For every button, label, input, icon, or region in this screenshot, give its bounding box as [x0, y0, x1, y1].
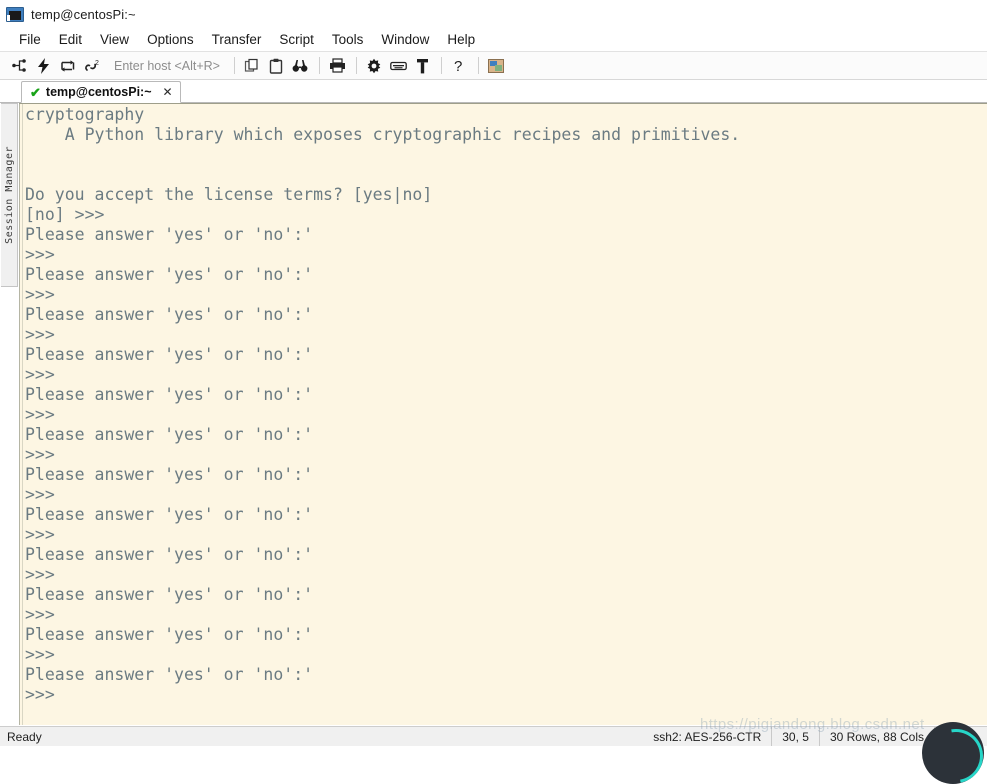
copy-icon[interactable]	[241, 55, 264, 77]
terminal-line: >>>	[25, 245, 55, 264]
terminal-line: [no] >>>	[25, 205, 105, 224]
terminal-line: Please answer 'yes' or 'no':'	[25, 345, 314, 364]
print-icon[interactable]	[326, 55, 349, 77]
terminal-line: >>>	[25, 605, 55, 624]
tile-windows-icon[interactable]	[485, 55, 508, 77]
main-area: Session Manager cryptography A Python li…	[0, 103, 987, 725]
svg-text:?: ?	[454, 58, 462, 74]
window-title: temp@centosPi:~	[31, 7, 136, 22]
status-encryption: ssh2: AES-256-CTR	[653, 729, 762, 744]
menu-item-view[interactable]: View	[91, 31, 138, 49]
menu-item-script[interactable]: Script	[270, 31, 323, 49]
terminal-line: >>>	[25, 325, 55, 344]
status-cursor-position: 30, 5	[771, 727, 819, 746]
terminal-output[interactable]: cryptography A Python library which expo…	[25, 105, 987, 725]
terminal-panel[interactable]: cryptography A Python library which expo…	[19, 103, 987, 725]
securecrt-window-icon	[6, 6, 24, 23]
terminal-line: >>>	[25, 565, 55, 584]
terminal-line: Please answer 'yes' or 'no':'	[25, 505, 314, 524]
terminal-line: Please answer 'yes' or 'no':'	[25, 585, 314, 604]
terminal-line: Please answer 'yes' or 'no':'	[25, 265, 314, 284]
menu-item-edit[interactable]: Edit	[50, 31, 91, 49]
session-options-icon[interactable]	[363, 55, 386, 77]
close-icon[interactable]: ✕	[163, 86, 173, 98]
svg-text:2: 2	[95, 60, 99, 67]
toolbar-separator-5	[477, 57, 479, 74]
terminal-line: Please answer 'yes' or 'no':'	[25, 385, 314, 404]
toolbar-separator-1	[233, 57, 235, 74]
terminal-line: Please answer 'yes' or 'no':'	[25, 225, 314, 244]
toolbar-separator-3	[355, 57, 357, 74]
menu-item-window[interactable]: Window	[372, 31, 438, 49]
terminal-line: Please answer 'yes' or 'no':'	[25, 545, 314, 564]
terminal-line: Please answer 'yes' or 'no':'	[25, 665, 314, 684]
status-emulation: Xterm	[933, 727, 987, 746]
status-dimensions: 30 Rows, 88 Cols	[818, 727, 934, 746]
terminal-line: Please answer 'yes' or 'no':'	[25, 465, 314, 484]
terminal-line: >>>	[25, 525, 55, 544]
find-icon[interactable]	[289, 55, 312, 77]
menu-item-transfer[interactable]: Transfer	[203, 31, 271, 49]
session-manager-label: Session Manager	[3, 146, 15, 244]
terminal-line: Please answer 'yes' or 'no':'	[25, 425, 314, 444]
terminal-line: >>>	[25, 445, 55, 464]
menu-bar: File Edit View Options Transfer Script T…	[0, 29, 987, 52]
toolbar-separator-2	[318, 57, 320, 74]
reconnect-icon[interactable]	[56, 55, 79, 77]
tab-session-temp-centospi[interactable]: ✔ temp@centosPi:~ ✕	[21, 81, 181, 103]
terminal-line: Please answer 'yes' or 'no':'	[25, 305, 314, 324]
terminal-line: >>>	[25, 645, 55, 664]
status-state: Ready	[7, 729, 42, 744]
terminal-line: cryptography	[25, 105, 145, 124]
title-bar: temp@centosPi:~	[0, 0, 987, 29]
tab-strip: ✔ temp@centosPi:~ ✕	[0, 80, 987, 103]
session-manager-tab[interactable]: Session Manager	[1, 103, 18, 287]
green-check-icon: ✔	[30, 84, 41, 100]
tab-label: temp@centosPi:~	[45, 85, 152, 99]
connect-icon[interactable]	[8, 55, 31, 77]
terminal-line: >>>	[25, 685, 55, 704]
quick-connect-icon[interactable]	[32, 55, 55, 77]
host-input[interactable]: Enter host <Alt+R>	[110, 57, 224, 75]
toolbar: 2 Enter host <Alt+R> ?	[0, 52, 987, 80]
terminal-line: Do you accept the license terms? [yes|no…	[25, 185, 433, 204]
status-bar: Ready ssh2: AES-256-CTR 30, 5 30 Rows, 8…	[0, 726, 987, 746]
disconnect-icon[interactable]: 2	[80, 55, 103, 77]
terminal-line: Please answer 'yes' or 'no':'	[25, 625, 314, 644]
menu-item-file[interactable]: File	[10, 31, 50, 49]
menu-item-help[interactable]: Help	[438, 31, 484, 49]
terminal-line: A Python library which exposes cryptogra…	[25, 125, 741, 144]
terminal-line: >>>	[25, 285, 55, 304]
paste-icon[interactable]	[265, 55, 288, 77]
toolbar-separator-4	[440, 57, 442, 74]
terminal-line: >>>	[25, 405, 55, 424]
menu-item-options[interactable]: Options	[138, 31, 203, 49]
terminal-line: >>>	[25, 485, 55, 504]
menu-item-tools[interactable]: Tools	[323, 31, 373, 49]
help-icon[interactable]: ?	[448, 55, 471, 77]
terminal-line: >>>	[25, 365, 55, 384]
key-icon[interactable]	[411, 55, 434, 77]
terminal-left-border	[19, 104, 23, 725]
keymap-icon[interactable]	[387, 55, 410, 77]
